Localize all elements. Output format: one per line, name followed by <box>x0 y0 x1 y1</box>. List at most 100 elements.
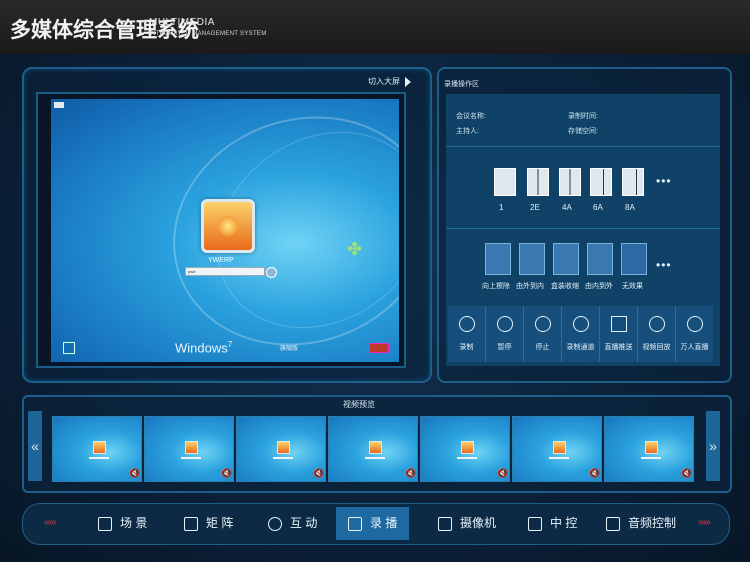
interact-icon <box>268 516 282 531</box>
thumb-avatar <box>553 441 566 454</box>
pause-icon <box>497 316 513 332</box>
nav-matrix[interactable]: 矩 阵 <box>176 507 241 540</box>
password-input[interactable]: pwd <box>185 267 265 276</box>
nav-label: 中 控 <box>550 516 578 530</box>
play-icon <box>459 316 475 332</box>
live-push-button[interactable]: 直播推送 <box>600 306 638 362</box>
mute-icon[interactable]: 🔇 <box>129 468 140 479</box>
thumb-bar <box>273 457 293 459</box>
nav-label: 矩 阵 <box>206 516 234 530</box>
power-icon[interactable] <box>369 343 389 353</box>
mute-icon[interactable]: 🔇 <box>221 468 232 479</box>
login-username: YWERP <box>208 257 234 264</box>
effect-label: 向上擦除 <box>482 283 510 290</box>
mixer-icon <box>606 516 620 531</box>
layout-label: 8A <box>625 203 635 212</box>
app-header: 多媒体综合管理系统 MULTIMEDIA INTEGRATED MANAGEME… <box>0 0 750 55</box>
more-layouts-button[interactable]: ••• <box>656 174 672 188</box>
preview-thumbnail[interactable]: 🔇 <box>144 416 234 482</box>
preview-thumbnail[interactable]: 🔇 <box>52 416 142 482</box>
thumb-avatar <box>645 441 658 454</box>
fullscreen-button[interactable]: 切入大屏 <box>368 76 411 87</box>
preview-thumbnail[interactable]: 🔇 <box>604 416 694 482</box>
storage-label: 存储空间: <box>568 128 598 135</box>
nav-audio[interactable]: 音频控制 <box>598 507 684 540</box>
grid-icon <box>98 516 112 531</box>
history-icon <box>649 316 665 332</box>
effect-outside-in-button[interactable] <box>519 243 545 275</box>
more-effects-button[interactable]: ••• <box>656 258 672 272</box>
control-label: 停止 <box>535 344 550 351</box>
windows-version: 7 <box>227 340 233 349</box>
thumb-bar <box>89 457 109 459</box>
thumb-avatar <box>461 441 474 454</box>
nav-label: 录 播 <box>370 516 398 530</box>
effect-wipe-up-button[interactable] <box>485 243 511 275</box>
layout-8a-button[interactable] <box>622 168 644 196</box>
layout-6a-button[interactable] <box>590 168 612 196</box>
preview-thumbnail[interactable]: 🔇 <box>420 416 510 482</box>
control-label: 万人直播 <box>680 344 709 351</box>
effect-label: 由内到外 <box>585 283 613 290</box>
remote-desktop-view[interactable]: YWERP pwd ✤ Windows7 旗舰版 <box>51 99 399 362</box>
thumb-bar <box>457 457 477 459</box>
layout-4a-button[interactable] <box>559 168 581 196</box>
nav-interact[interactable]: 互 动 <box>260 507 325 540</box>
mute-icon[interactable]: 🔇 <box>313 468 324 479</box>
mute-icon[interactable]: 🔇 <box>405 468 416 479</box>
mute-icon[interactable]: 🔇 <box>589 468 600 479</box>
nav-recording[interactable]: 录 播 <box>336 507 410 540</box>
matrix-icon <box>184 516 198 531</box>
nav-control[interactable]: 中 控 <box>520 507 585 540</box>
control-label: 录制通道 <box>566 344 595 351</box>
send-icon <box>611 316 627 332</box>
meeting-name-label: 会议名称: <box>456 113 486 120</box>
clover-icon: ✤ <box>347 239 363 259</box>
layout-1-button[interactable] <box>494 168 516 196</box>
thumb-bar <box>365 457 385 459</box>
mass-live-button[interactable]: 万人直播 <box>676 306 713 362</box>
record-channel-button[interactable]: 录制通道 <box>562 306 600 362</box>
app-subtitle: MULTIMEDIA <box>149 17 215 28</box>
preview-thumbnail[interactable]: 🔇 <box>512 416 602 482</box>
preview-prev-button[interactable]: « <box>28 411 42 481</box>
thumb-bar <box>549 457 569 459</box>
stop-icon <box>535 316 551 332</box>
nav-scene[interactable]: 场 景 <box>90 507 155 540</box>
layout-label: 2E <box>530 203 540 212</box>
effect-none-button[interactable] <box>621 243 647 275</box>
control-label: 录制 <box>459 344 474 351</box>
mute-icon[interactable]: 🔇 <box>681 468 692 479</box>
layout-2e-button[interactable] <box>527 168 549 196</box>
play-arrow-icon <box>405 76 411 87</box>
thumb-avatar <box>369 441 382 454</box>
effect-label: 盒装收缩 <box>551 283 579 290</box>
preview-thumbnail[interactable]: 🔇 <box>328 416 418 482</box>
app-subtitle-2: INTEGRATED MANAGEMENT SYSTEM <box>149 31 267 37</box>
playback-button[interactable]: 视频回放 <box>638 306 676 362</box>
stop-button[interactable]: 停止 <box>524 306 562 362</box>
thumb-bar <box>181 457 201 459</box>
accessibility-icon[interactable] <box>63 342 75 354</box>
control-label: 暂停 <box>497 344 512 351</box>
preview-thumbnail[interactable]: 🔇 <box>236 416 326 482</box>
windows-text: Windows <box>175 340 228 356</box>
nav-camera[interactable]: 摄像机 <box>430 507 504 540</box>
monitor-icon <box>528 516 542 531</box>
layout-label: 4A <box>562 203 572 212</box>
effect-inside-out-button[interactable] <box>587 243 613 275</box>
preview-next-button[interactable]: » <box>706 411 720 481</box>
nav-label: 摄像机 <box>460 516 497 530</box>
host-label: 主持人: <box>456 128 479 135</box>
layout-selector <box>446 148 720 229</box>
record-button[interactable]: 录制 <box>448 306 486 362</box>
language-indicator <box>54 102 64 108</box>
login-arrow-icon[interactable] <box>266 267 277 278</box>
effect-box-shrink-button[interactable] <box>553 243 579 275</box>
fullscreen-label: 切入大屏 <box>368 77 400 86</box>
mute-icon[interactable]: 🔇 <box>497 468 508 479</box>
layout-label: 1 <box>499 203 504 212</box>
pause-button[interactable]: 暂停 <box>486 306 524 362</box>
recorder-title: 录播操作区 <box>444 81 479 88</box>
list-icon <box>573 316 589 332</box>
